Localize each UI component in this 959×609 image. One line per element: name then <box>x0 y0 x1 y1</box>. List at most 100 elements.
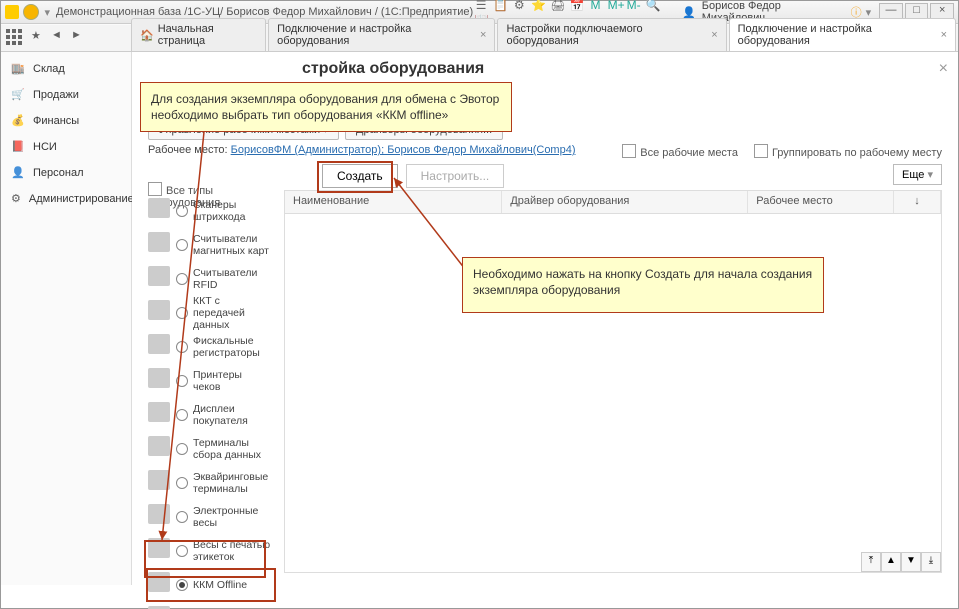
radio-icon[interactable] <box>176 205 188 217</box>
radio-icon[interactable] <box>176 579 188 591</box>
home-icon: 🏠 <box>140 29 154 42</box>
radio-icon[interactable] <box>176 307 188 319</box>
dropdown-icon[interactable]: ▾ <box>45 6 51 19</box>
nav-fwd-icon[interactable]: ► <box>71 29 87 45</box>
equip-type-scale[interactable]: Электронные весы <box>146 500 276 534</box>
equip-thumb-icon <box>148 300 170 320</box>
equip-thumb-icon <box>148 538 170 558</box>
equip-type-terminal[interactable]: Терминалы сбора данных <box>146 432 276 466</box>
warehouse-icon: 🏬 <box>11 62 25 76</box>
col-sort-icon[interactable]: ↓ <box>894 191 941 213</box>
more-button[interactable]: Еще <box>893 164 942 185</box>
tab-2[interactable]: Настройки подключаемого оборудования × <box>497 18 726 51</box>
equip-thumb-icon <box>148 198 170 218</box>
radio-icon[interactable] <box>176 409 188 421</box>
tab-2-close-icon[interactable]: × <box>711 29 717 41</box>
radio-icon[interactable] <box>176 443 188 455</box>
scroll-down-icon[interactable]: ▼ <box>901 552 921 572</box>
configure-button[interactable]: Настроить... <box>406 164 505 188</box>
equip-type-rfid[interactable]: Считыватели RFID <box>146 262 276 296</box>
form-close-icon[interactable]: × <box>939 60 948 78</box>
equip-type-receipt[interactable]: Принтеры чеков <box>146 364 276 398</box>
sidebar-item-sklad[interactable]: 🏬 Склад <box>1 56 131 82</box>
cart-icon: 🛒 <box>11 88 25 102</box>
app-logo-icon <box>5 5 19 19</box>
tab-3-close-icon[interactable]: × <box>941 29 947 41</box>
equip-type-kkt[interactable]: ККТ с передачей данных <box>146 296 276 330</box>
col-workplace[interactable]: Рабочее место <box>748 191 894 213</box>
equip-type-label: Сканеры штрихкода <box>193 199 272 223</box>
equip-type-label: Фискальные регистраторы <box>193 335 272 359</box>
all-workplaces-checkbox[interactable]: Все рабочие места <box>622 144 738 159</box>
tab-1-close-icon[interactable]: × <box>480 29 486 41</box>
tool-icon-6[interactable]: 📅 <box>569 0 583 12</box>
equip-type-label: Весы с печатью этикеток <box>193 539 272 563</box>
equip-thumb-icon <box>148 334 170 354</box>
radio-icon[interactable] <box>176 545 188 557</box>
tab-home[interactable]: 🏠 Начальная страница <box>131 18 266 51</box>
equip-thumb-icon <box>148 504 170 524</box>
radio-icon[interactable] <box>176 273 188 285</box>
equip-type-magcard[interactable]: Считыватели магнитных карт <box>146 228 276 262</box>
equip-type-acquiring[interactable]: Эквайринговые терминалы <box>146 466 276 500</box>
book-icon: 📕 <box>11 140 25 154</box>
radio-icon[interactable] <box>176 511 188 523</box>
equip-thumb-icon <box>148 470 170 490</box>
scroll-up-icon[interactable]: ▲ <box>881 552 901 572</box>
tab-3-label: Подключение и настройка оборудования <box>738 23 935 47</box>
equip-type-scaleprn[interactable]: Весы с печатью этикеток <box>146 534 276 568</box>
group-by-checkbox[interactable]: Группировать по рабочему месту <box>754 144 942 159</box>
radio-icon[interactable] <box>176 239 188 251</box>
radio-icon[interactable] <box>176 341 188 353</box>
apps-grid-icon[interactable] <box>5 28 23 46</box>
tool-icon-10[interactable]: 🔍 <box>646 0 660 12</box>
sidebar-item-admin[interactable]: ⚙ Администрирование <box>1 186 131 212</box>
equip-type-display[interactable]: Дисплеи покупателя <box>146 398 276 432</box>
tool-icon-1[interactable]: ☰ <box>474 0 488 12</box>
workplace-link[interactable]: БорисовФМ (Администратор); Борисов Федор… <box>231 144 576 156</box>
user-icon: 👤 <box>682 6 696 19</box>
sidebar-label-1: Продажи <box>33 89 79 101</box>
tool-icon-2[interactable]: 📋 <box>493 0 507 12</box>
equip-type-labelprn[interactable]: Принтеры этикеток <box>146 602 276 609</box>
tab-home-label: Начальная страница <box>158 23 257 47</box>
equip-type-fiscal[interactable]: Фискальные регистраторы <box>146 330 276 364</box>
radio-icon[interactable] <box>176 375 188 387</box>
equip-type-label: Эквайринговые терминалы <box>193 471 272 495</box>
tool-icon-7[interactable]: M <box>589 0 603 12</box>
equip-type-scanner[interactable]: Сканеры штрихкода <box>146 194 276 228</box>
workplace-line: Рабочее место: БорисовФМ (Администратор)… <box>148 144 576 156</box>
callout-2: Необходимо нажать на кнопку Создать для … <box>462 257 824 313</box>
sidebar-item-nsi[interactable]: 📕 НСИ <box>1 134 131 160</box>
tab-2-label: Настройки подключаемого оборудования <box>506 23 705 47</box>
tool-icon-4[interactable]: ⭐ <box>531 0 545 12</box>
sidebar-item-sales[interactable]: 🛒 Продажи <box>1 82 131 108</box>
nav-star-icon[interactable]: ★ <box>31 29 47 45</box>
equip-thumb-icon <box>148 368 170 388</box>
tool-icon-5[interactable]: 🖨 <box>550 0 564 12</box>
col-driver[interactable]: Драйвер оборудования <box>502 191 748 213</box>
tab-3[interactable]: Подключение и настройка оборудования × <box>729 18 956 51</box>
tool-icon-9[interactable]: M- <box>627 0 641 12</box>
col-name[interactable]: Наименование <box>285 191 502 213</box>
scroll-bottom-icon[interactable]: ⤓ <box>921 552 941 572</box>
equip-type-label: Терминалы сбора данных <box>193 437 272 461</box>
window-title: Демонстрационная база /1С-УЦ/ Борисов Фе… <box>56 6 473 18</box>
tool-icon-8[interactable]: M+ <box>608 0 622 12</box>
equip-type-label: Электронные весы <box>193 505 272 529</box>
sidebar-item-finance[interactable]: 💰 Финансы <box>1 108 131 134</box>
equipment-type-list: Сканеры штрихкода Считыватели магнитных к… <box>146 194 276 609</box>
nav-back-icon[interactable]: ◄ <box>51 29 67 45</box>
scroll-top-icon[interactable]: ⤒ <box>861 552 881 572</box>
circle-icon[interactable] <box>23 4 39 20</box>
sidebar: 🏬 Склад 🛒 Продажи 💰 Финансы 📕 НСИ 👤 Перс… <box>1 52 132 585</box>
tool-icon-3[interactable]: ⚙ <box>512 0 526 12</box>
dropdown2-icon[interactable]: ▾ <box>866 6 872 19</box>
equip-type-label: Считыватели RFID <box>193 267 272 291</box>
sidebar-item-personal[interactable]: 👤 Персонал <box>1 160 131 186</box>
tab-1[interactable]: Подключение и настройка оборудования × <box>268 18 495 51</box>
sidebar-label-0: Склад <box>33 63 65 75</box>
radio-icon[interactable] <box>176 477 188 489</box>
create-button[interactable]: Создать <box>322 164 398 188</box>
equip-type-kkm[interactable]: ККМ Offline <box>146 568 276 602</box>
